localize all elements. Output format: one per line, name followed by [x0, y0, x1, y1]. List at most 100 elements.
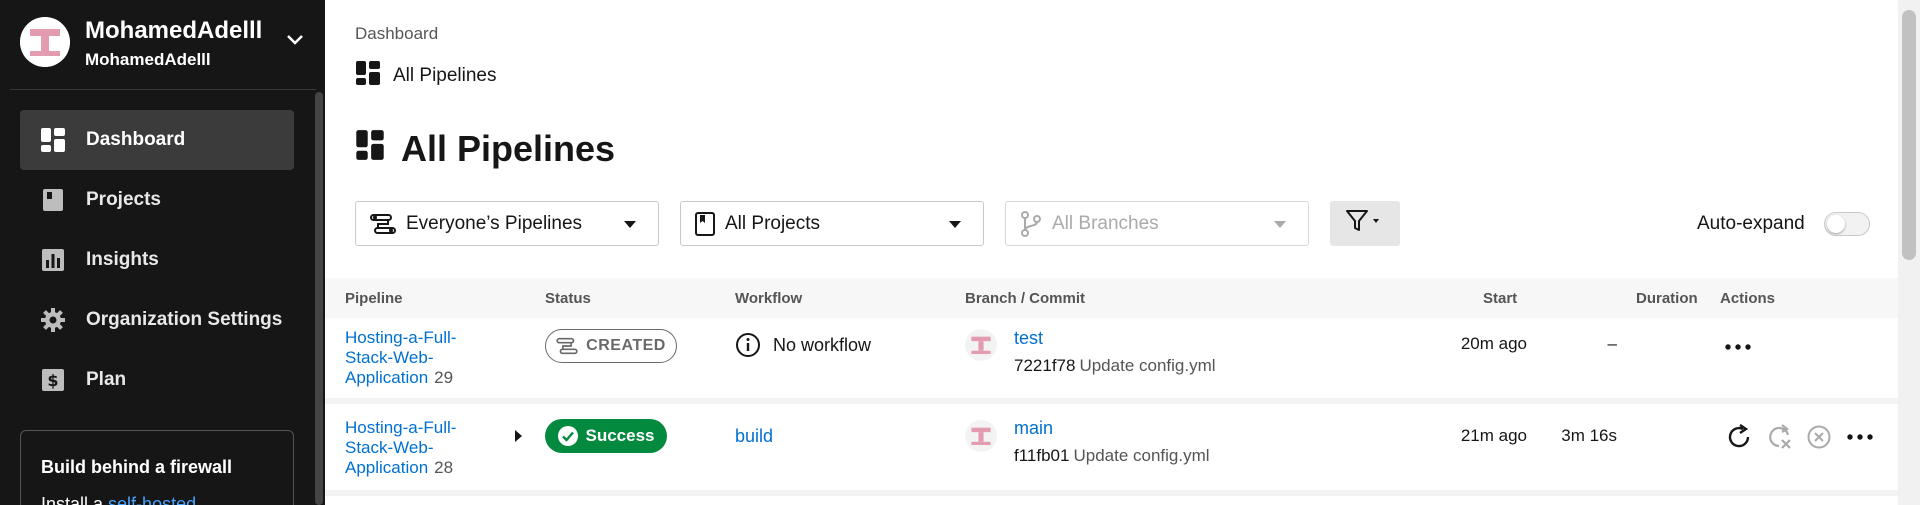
pipeline-link[interactable]: Hosting-a-Full- Stack-Web- Application 29: [345, 328, 465, 388]
pipelines-table-header: Pipeline Status Workflow Branch / Commit…: [325, 278, 1900, 318]
sidebar-item-label: Insights: [86, 249, 159, 270]
commit-info[interactable]: 7221f78 Update config.yml: [1014, 356, 1216, 376]
breadcrumb-current: All Pipelines: [355, 60, 497, 92]
org-avatar: [20, 17, 70, 67]
pipeline-name-line: Hosting-a-Full-: [345, 418, 457, 437]
workflow-text: No workflow: [773, 334, 872, 355]
sidebar-item-organization-settings[interactable]: Organization Settings: [20, 290, 294, 350]
sidebar-item-label: Plan: [86, 369, 127, 390]
column-header-pipeline: Pipeline: [345, 290, 403, 307]
start-time: 21m ago: [1460, 426, 1527, 445]
sidebar-item-label: Dashboard: [86, 129, 186, 150]
avatar: [965, 329, 997, 361]
gear-icon: [40, 307, 66, 333]
svg-text:$: $: [47, 371, 58, 390]
filter-funnel-icon: [1345, 209, 1385, 238]
toggle-knob: [1827, 215, 1845, 233]
pipeline-name-line: Hosting-a-Full-: [345, 328, 457, 347]
sidebar-scrollbar[interactable]: [315, 92, 323, 505]
sidebar-item-label: Projects: [86, 189, 161, 210]
dashboard-icon: [40, 127, 66, 153]
cancel-icon: [1804, 422, 1834, 452]
workflow-link[interactable]: build: [735, 426, 773, 447]
promo-title: Build behind a firewall: [41, 457, 233, 477]
breadcrumb-root[interactable]: Dashboard: [355, 24, 438, 44]
org-name: MohamedAdelll: [85, 17, 263, 44]
more-actions-icon[interactable]: [1723, 332, 1753, 362]
insights-icon: [40, 247, 66, 273]
avatar: [965, 420, 997, 452]
org-switcher[interactable]: MohamedAdelll MohamedAdelll: [10, 0, 316, 90]
sidebar: MohamedAdelll MohamedAdelll Dashboard Pr…: [0, 0, 325, 505]
expand-row-icon[interactable]: [515, 430, 522, 442]
column-header-start: Start: [1483, 290, 1518, 307]
branch-link[interactable]: main: [1014, 418, 1053, 439]
pipeline-name-line: Application: [345, 458, 429, 477]
dashboard-icon: [355, 60, 381, 92]
pipelines-filter-select[interactable]: Everyone’s Pipelines: [355, 201, 659, 246]
sidebar-nav: Dashboard Projects Insights Organization…: [20, 110, 294, 410]
page-title-text: All Pipelines: [401, 128, 616, 169]
column-header-status: Status: [545, 290, 591, 307]
commit-info[interactable]: f11fb01 Update config.yml: [1014, 446, 1210, 466]
sidebar-item-dashboard[interactable]: Dashboard: [20, 110, 294, 170]
sidebar-item-insights[interactable]: Insights: [20, 230, 294, 290]
workflow-cell: No workflow: [735, 332, 871, 358]
column-header-workflow: Workflow: [735, 290, 803, 307]
org-subname: MohamedAdelll: [85, 50, 211, 69]
projects-icon: [40, 187, 66, 213]
rerun-failed-icon: [1764, 422, 1794, 452]
pipelines-filter-value: Everyone’s Pipelines: [406, 212, 583, 234]
scrollbar-thumb[interactable]: [1902, 10, 1916, 260]
info-icon: [735, 332, 761, 358]
rerun-icon[interactable]: [1724, 422, 1754, 452]
pipeline-name-line: Stack-Web-: [345, 348, 434, 367]
duration: 3m 16s: [1561, 426, 1617, 445]
status-text: CREATED: [586, 337, 666, 354]
sidebar-item-label: Organization Settings: [86, 309, 283, 330]
page-scrollbar[interactable]: [1898, 0, 1920, 505]
chevron-down-icon[interactable]: [286, 33, 304, 51]
breadcrumb-label: All Pipelines: [393, 65, 497, 86]
auto-expand-label: Auto-expand: [1697, 213, 1805, 234]
table-row: Hosting-a-Full- Stack-Web- Application 28…: [325, 410, 1900, 496]
sidebar-item-projects[interactable]: Projects: [20, 170, 294, 230]
pipeline-name-line: Stack-Web-: [345, 438, 434, 457]
check-circle-icon: [557, 426, 578, 446]
auto-expand-toggle[interactable]: [1824, 212, 1870, 236]
pipeline-name-line: Application: [345, 368, 429, 387]
chevron-down-icon: [624, 221, 636, 228]
branch-icon: [1020, 210, 1042, 237]
commit-hash: 7221f78: [1014, 356, 1076, 375]
pipeline-number: 28: [434, 458, 454, 477]
promo-text: Install a self-hosted: [41, 494, 273, 505]
sidebar-item-plan[interactable]: $ Plan: [20, 350, 294, 410]
projects-icon: [695, 211, 715, 236]
pipeline-link[interactable]: Hosting-a-Full- Stack-Web- Application 28: [345, 418, 465, 478]
column-header-branch-commit: Branch / Commit: [965, 290, 1086, 307]
commit-message: Update config.yml: [1079, 356, 1216, 375]
status-text: Success: [585, 426, 655, 445]
more-actions-icon[interactable]: [1845, 422, 1875, 452]
firewall-promo-card: Build behind a firewall Install a self-h…: [20, 430, 294, 505]
projects-filter-select[interactable]: All Projects: [680, 201, 984, 246]
promo-text-prefix: Install a: [41, 494, 109, 505]
start-time: 20m ago: [1460, 334, 1527, 353]
dollar-icon: $: [40, 367, 66, 393]
status-badge[interactable]: CREATED: [545, 329, 677, 363]
column-header-actions: Actions: [1720, 290, 1776, 307]
pipeline-icon: [556, 337, 578, 355]
branch-link[interactable]: test: [1014, 328, 1043, 349]
status-badge[interactable]: Success: [545, 419, 667, 453]
chevron-down-icon: [949, 221, 961, 228]
advanced-filter-button[interactable]: [1330, 201, 1400, 246]
self-hosted-link[interactable]: self-hosted: [108, 494, 196, 505]
pipeline-number: 29: [434, 368, 454, 387]
commit-hash: f11fb01: [1014, 446, 1070, 465]
page-title: All Pipelines: [355, 128, 615, 170]
branches-filter-select[interactable]: All Branches: [1005, 201, 1309, 246]
pipeline-icon: [370, 213, 396, 235]
chevron-down-icon: [1274, 221, 1286, 228]
column-header-duration: Duration: [1636, 290, 1698, 307]
commit-message: Update config.yml: [1073, 446, 1210, 465]
